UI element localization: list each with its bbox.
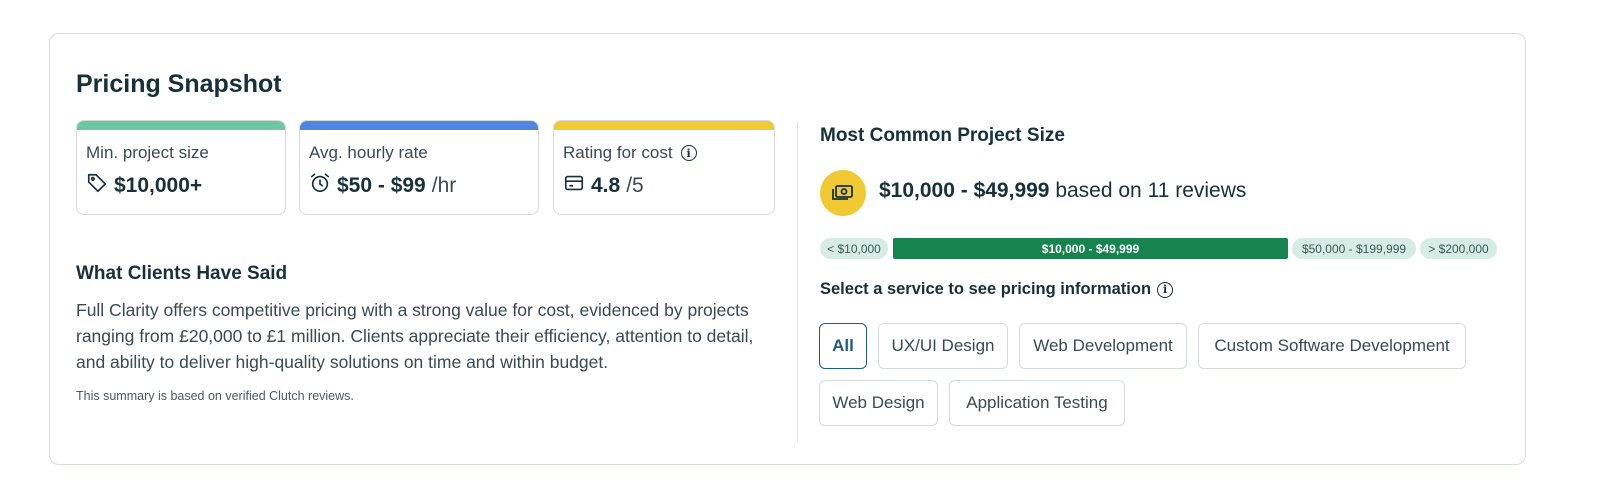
size-segment: > $200,000 xyxy=(1420,238,1497,259)
service-chip-application-testing[interactable]: Application Testing xyxy=(949,380,1125,426)
avg-hourly-rate-card: Avg. hourly rate $50 - $99 /hr xyxy=(299,120,539,215)
size-segment: $50,000 - $199,999 xyxy=(1292,238,1416,259)
stat-value: $10,000+ xyxy=(114,174,203,197)
stat-unit: /hr xyxy=(431,174,457,197)
card-accent-bar xyxy=(77,121,285,130)
stat-value: 4.8 xyxy=(591,174,621,197)
service-chip-ux-ui-design[interactable]: UX/UI Design xyxy=(878,323,1008,369)
services-heading: Select a service to see pricing informat… xyxy=(820,280,1152,298)
clients-heading: What Clients Have Said xyxy=(76,263,288,284)
money-icon xyxy=(820,170,866,216)
alarm-clock-icon xyxy=(309,172,331,200)
project-size-reviews: based on 11 reviews xyxy=(1055,179,1247,202)
common-project-size: $10,000 - $49,999 based on 11 reviews xyxy=(879,179,1246,203)
service-chip-custom-software-development[interactable]: Custom Software Development xyxy=(1198,323,1466,369)
info-icon[interactable]: i xyxy=(680,145,697,161)
size-segment-active: $10,000 - $49,999 xyxy=(893,238,1288,259)
info-icon[interactable]: i xyxy=(1157,281,1174,298)
card-accent-bar xyxy=(300,121,538,130)
stat-label: Rating for cost xyxy=(563,143,673,162)
service-chip-web-development[interactable]: Web Development xyxy=(1019,323,1187,369)
min-project-size-card: Min. project size $10,000+ xyxy=(76,120,286,215)
column-divider xyxy=(797,122,798,442)
page-title: Pricing Snapshot xyxy=(76,70,282,98)
stat-label: Min. project size xyxy=(86,143,209,162)
project-size-heading: Most Common Project Size xyxy=(820,125,1065,146)
credit-card-icon xyxy=(563,172,585,200)
service-chip-web-design[interactable]: Web Design xyxy=(819,380,938,426)
card-accent-bar xyxy=(554,121,774,130)
project-size-range: $10,000 - $49,999 xyxy=(879,179,1050,202)
price-tag-icon xyxy=(86,172,108,200)
rating-for-cost-card: Rating for cost i 4.8 /5 xyxy=(553,120,775,215)
summary-footnote: This summary is based on verified Clutch… xyxy=(76,389,354,403)
service-chip-all[interactable]: All xyxy=(819,323,867,369)
size-segment: < $10,000 xyxy=(820,238,888,259)
clients-summary: Full Clarity offers competitive pricing … xyxy=(76,300,754,372)
stat-unit: /5 xyxy=(626,174,644,197)
stat-value: $50 - $99 xyxy=(337,174,426,197)
stat-label: Avg. hourly rate xyxy=(309,143,428,162)
